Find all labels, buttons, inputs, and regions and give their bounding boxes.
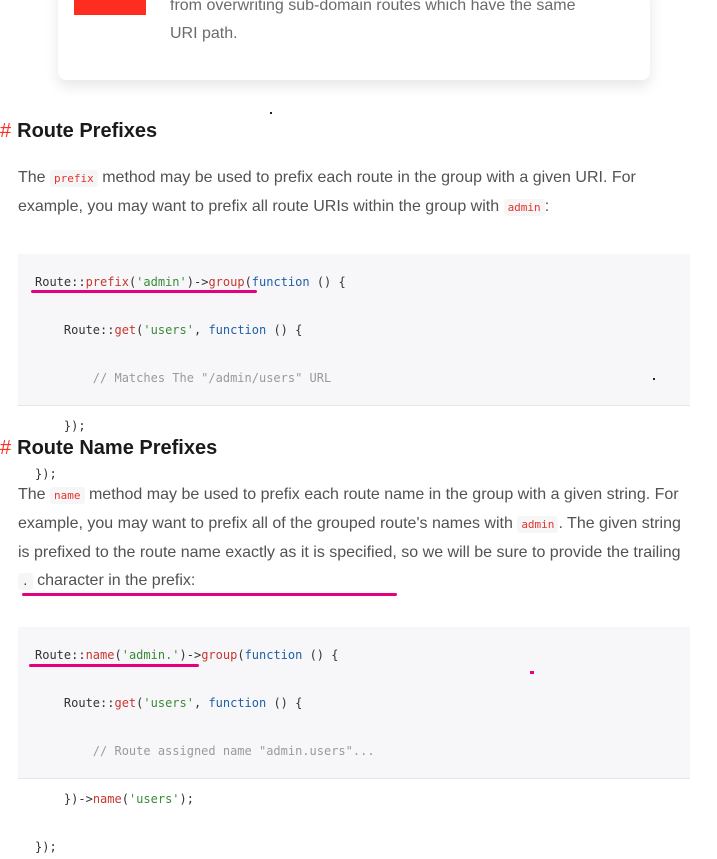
code-comment: // Matches The "/admin/users" URL (92, 371, 332, 385)
inline-code-prefix: prefix (50, 170, 98, 187)
code-block-route-name: Route::name('admin.')->group(function ()… (18, 627, 690, 854)
code-token: :: (71, 648, 86, 662)
code-token: function (208, 696, 267, 710)
note-line-2: URI path. (170, 25, 238, 42)
code-token: }); (35, 467, 57, 481)
code-block-route-prefix: Route::prefix('admin')->group(function (… (18, 254, 690, 481)
stray-dot (270, 112, 272, 114)
code-token: get (114, 323, 137, 337)
code-token: }); (35, 840, 57, 854)
code-line: })->name('users'); (63, 792, 194, 806)
highlight-underline (22, 593, 397, 596)
route-prefixes-paragraph: The prefix method may be used to prefix … (18, 164, 690, 222)
code-line: // Route assigned name "admin.users"... (35, 739, 673, 763)
code-token: prefix (85, 275, 129, 289)
code-token: ); (179, 792, 194, 806)
heading-text: Route Name Prefixes (17, 437, 218, 459)
highlight-underline (31, 290, 257, 293)
code-token: 'users' (143, 696, 194, 710)
code-token: Route (35, 275, 72, 289)
para-text: : (544, 198, 550, 215)
code-token: )-> (179, 648, 202, 662)
code-token: })-> (63, 792, 93, 806)
para-text: The (18, 169, 51, 186)
code-line: // Matches The "/admin/users" URL (35, 366, 673, 390)
inline-code-name: name (50, 487, 85, 504)
highlight-underline (29, 664, 199, 667)
code-token: name (85, 648, 115, 662)
code-token: () { (302, 648, 339, 662)
inline-code-dot: . (18, 573, 33, 590)
code-comment: // Route assigned name "admin.users"... (92, 744, 375, 758)
stray-dot (653, 378, 655, 380)
inline-code-admin: admin (503, 199, 545, 216)
heading-text: Route Prefixes (17, 120, 158, 142)
route-name-prefixes-paragraph: The name method may be used to prefix ea… (18, 481, 690, 596)
anchor-hash-link[interactable]: # (0, 120, 11, 142)
para-text: The (18, 486, 51, 503)
code-line: Route::get('users', function () { (63, 323, 303, 337)
code-line: }); (35, 835, 673, 859)
code-token: 'admin.' (121, 648, 180, 662)
code-token: Route (35, 648, 72, 662)
code-token: )-> (186, 275, 209, 289)
anchor-hash-link[interactable]: # (0, 437, 11, 459)
code-token: 'users' (128, 792, 180, 806)
note-icon (74, 0, 146, 15)
stray-mark (530, 671, 534, 674)
code-token: function (208, 323, 267, 337)
section-heading-route-prefixes: # Route Prefixes (0, 118, 157, 144)
para-text: character in the prefix: (32, 572, 196, 589)
code-token: group (201, 648, 238, 662)
note-line-1: from overwriting sub-domain routes which… (170, 0, 576, 14)
code-token: 'admin' (136, 275, 187, 289)
code-token: () { (266, 696, 303, 710)
code-token: function (244, 648, 303, 662)
code-token: function (251, 275, 310, 289)
code-token: () { (309, 275, 346, 289)
code-token: 'users' (143, 323, 194, 337)
code-token: }); (63, 419, 86, 433)
code-token: :: (71, 275, 86, 289)
code-line: Route::get('users', function () { (63, 696, 303, 710)
section-heading-route-name-prefixes: # Route Name Prefixes (0, 435, 217, 461)
code-token: name (92, 792, 122, 806)
code-token: get (114, 696, 137, 710)
inline-code-admin: admin (517, 516, 559, 533)
code-token: Route (63, 696, 101, 710)
code-token: group (208, 275, 245, 289)
note-text: from overwriting sub-domain routes which… (170, 0, 630, 48)
code-token: Route (63, 323, 101, 337)
note-card: from overwriting sub-domain routes which… (58, 0, 650, 80)
code-token: () { (266, 323, 303, 337)
